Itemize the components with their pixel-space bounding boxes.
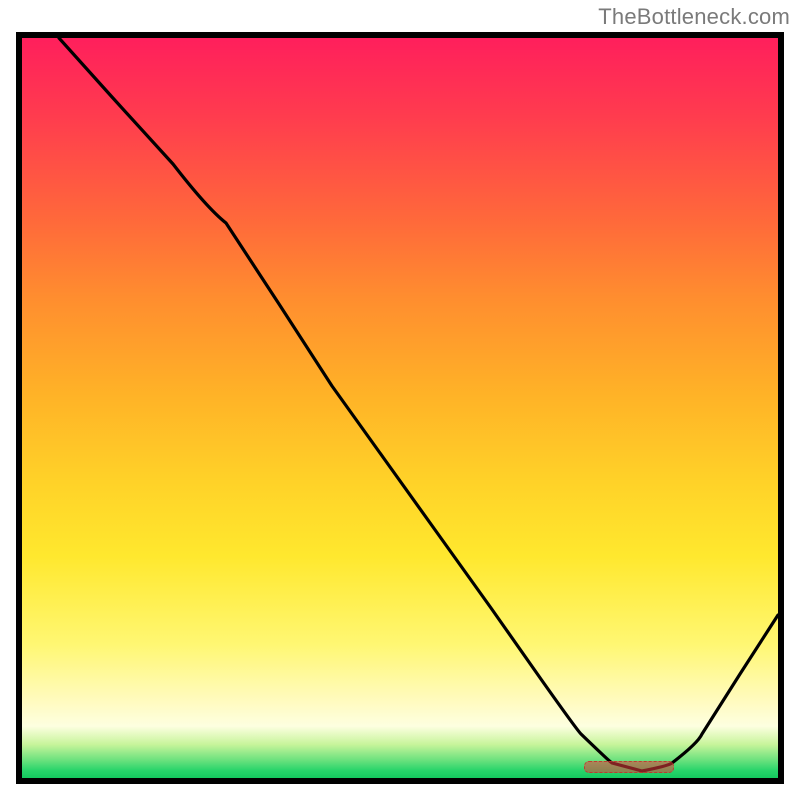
- plot-frame: [16, 32, 784, 784]
- minimum-marker: [584, 761, 674, 773]
- bottleneck-curve: [59, 38, 778, 771]
- watermark-text: TheBottleneck.com: [598, 4, 790, 30]
- curve-layer: [22, 38, 778, 778]
- chart-stage: TheBottleneck.com: [0, 0, 800, 800]
